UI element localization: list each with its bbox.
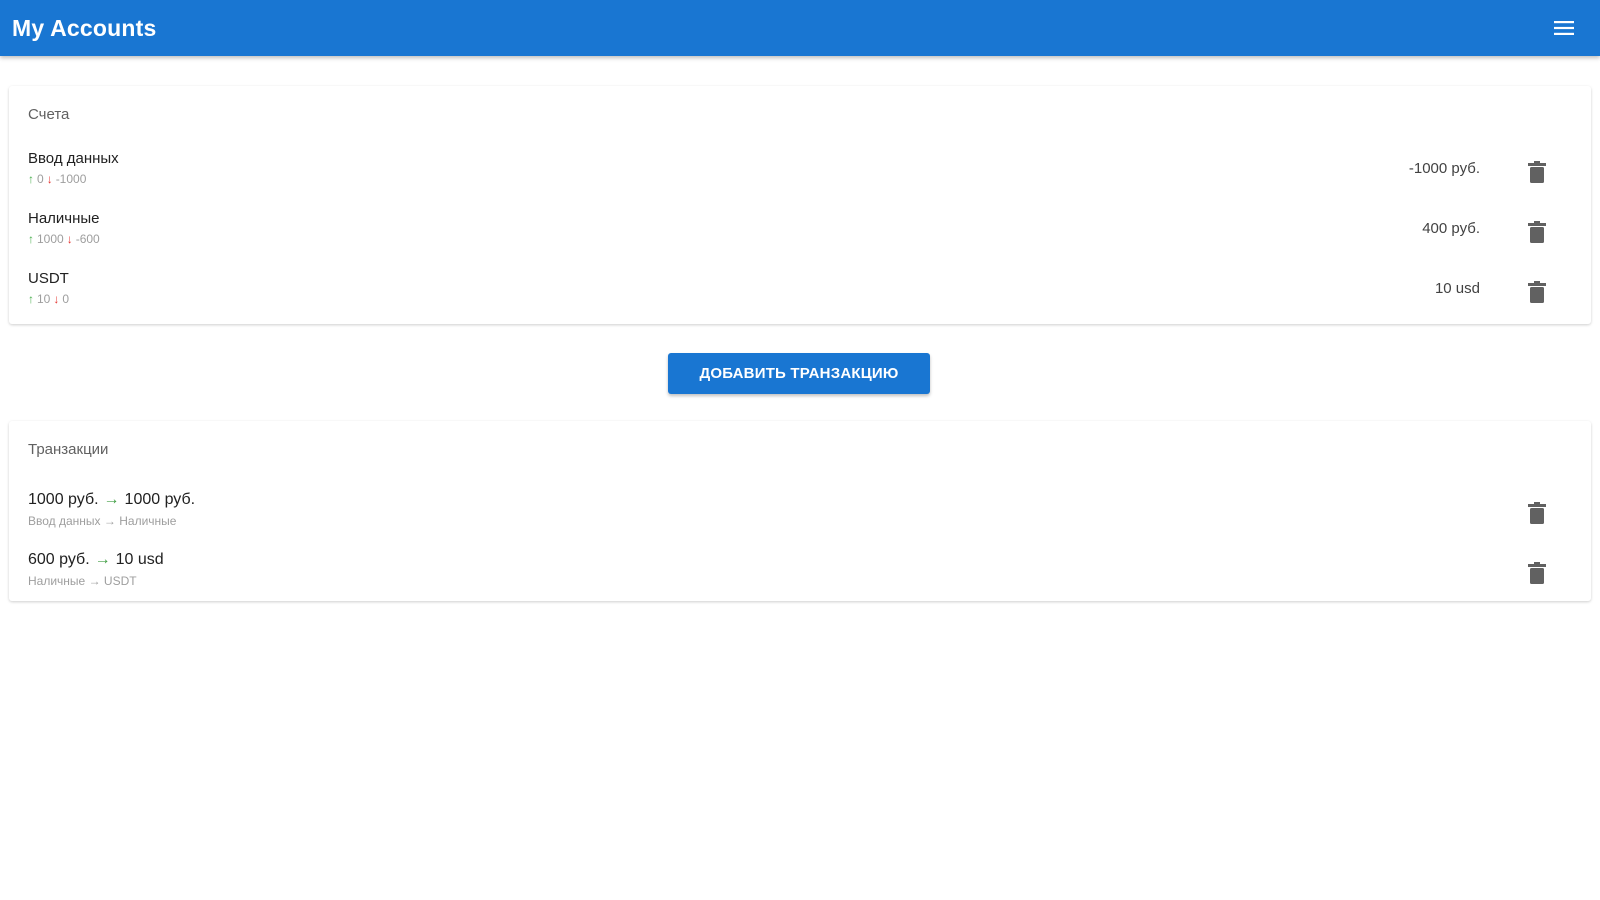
account-balance: -1000 руб. xyxy=(1408,160,1480,177)
account-name: Наличные xyxy=(28,210,100,227)
app-title: My Accounts xyxy=(12,14,157,41)
arrow-right-icon: → xyxy=(88,574,104,588)
trash-icon xyxy=(1528,502,1546,524)
transactions-title: Транзакции xyxy=(28,441,109,458)
transaction-from-account: Ввод данных xyxy=(28,514,101,528)
arrow-right-icon: → xyxy=(103,514,120,528)
transaction-amounts: 600 руб. → 10 usd xyxy=(28,551,164,569)
arrow-up-icon: ↑ xyxy=(28,232,34,246)
account-expense: 0 xyxy=(62,292,70,306)
add-transaction-button[interactable]: ДОБАВИТЬ ТРАНЗАКЦИЮ xyxy=(668,353,930,394)
account-row[interactable]: Ввод данных ↑ 0 ↓ -1000 -1000 руб. xyxy=(9,150,1591,206)
account-flows: ↑ 1000 ↓ -600 xyxy=(28,232,100,246)
app-bar: My Accounts xyxy=(0,0,1600,56)
account-income: 1000 xyxy=(37,232,64,246)
arrow-up-icon: ↑ xyxy=(28,172,34,186)
delete-account-button[interactable] xyxy=(1523,218,1551,246)
transaction-from-account: Наличные xyxy=(28,574,86,588)
trash-icon xyxy=(1528,161,1546,183)
transaction-from-amount: 600 руб. xyxy=(28,551,90,568)
transaction-accounts: Наличные → USDT xyxy=(28,574,137,588)
transaction-to-amount: 10 usd xyxy=(115,551,164,568)
account-expense: -1000 xyxy=(55,172,87,186)
account-flows: ↑ 10 ↓ 0 xyxy=(28,292,69,306)
trash-icon xyxy=(1528,281,1546,303)
account-income: 10 xyxy=(37,292,51,306)
accounts-card: Счета Ввод данных ↑ 0 ↓ -1000 -1000 руб.… xyxy=(9,86,1591,324)
arrow-down-icon: ↓ xyxy=(46,172,53,186)
delete-transaction-button[interactable] xyxy=(1523,559,1551,587)
account-name: Ввод данных xyxy=(28,150,119,167)
arrow-down-icon: ↓ xyxy=(53,292,60,306)
transaction-accounts: Ввод данных → Наличные xyxy=(28,514,176,528)
transactions-card: Транзакции 1000 руб. → 1000 руб. Ввод да… xyxy=(9,421,1591,601)
menu-button[interactable] xyxy=(1544,8,1584,48)
delete-account-button[interactable] xyxy=(1523,158,1551,186)
menu-icon xyxy=(1554,21,1574,35)
transaction-row[interactable]: 1000 руб. → 1000 руб. Ввод данных → Нали… xyxy=(9,491,1591,547)
delete-transaction-button[interactable] xyxy=(1523,499,1551,527)
arrow-right-icon: → xyxy=(94,551,111,568)
transaction-to-account: USDT xyxy=(103,574,137,588)
accounts-title: Счета xyxy=(28,106,70,123)
arrow-up-icon: ↑ xyxy=(28,292,34,306)
transaction-amounts: 1000 руб. → 1000 руб. xyxy=(28,491,195,509)
account-expense: -600 xyxy=(75,232,100,246)
account-balance: 400 руб. xyxy=(1422,220,1480,237)
account-flows: ↑ 0 ↓ -1000 xyxy=(28,172,86,186)
transaction-to-account: Наличные xyxy=(119,514,177,528)
arrow-down-icon: ↓ xyxy=(66,232,73,246)
arrow-right-icon: → xyxy=(103,491,120,508)
account-balance: 10 usd xyxy=(1434,280,1480,297)
account-income: 0 xyxy=(37,172,44,186)
delete-account-button[interactable] xyxy=(1523,278,1551,306)
account-row[interactable]: USDT ↑ 10 ↓ 0 10 usd xyxy=(9,270,1591,326)
account-name: USDT xyxy=(28,270,69,287)
transaction-row[interactable]: 600 руб. → 10 usd Наличные → USDT xyxy=(9,551,1591,607)
trash-icon xyxy=(1528,562,1546,584)
account-row[interactable]: Наличные ↑ 1000 ↓ -600 400 руб. xyxy=(9,210,1591,266)
transaction-from-amount: 1000 руб. xyxy=(28,491,99,508)
trash-icon xyxy=(1528,221,1546,243)
transaction-to-amount: 1000 руб. xyxy=(124,491,196,508)
